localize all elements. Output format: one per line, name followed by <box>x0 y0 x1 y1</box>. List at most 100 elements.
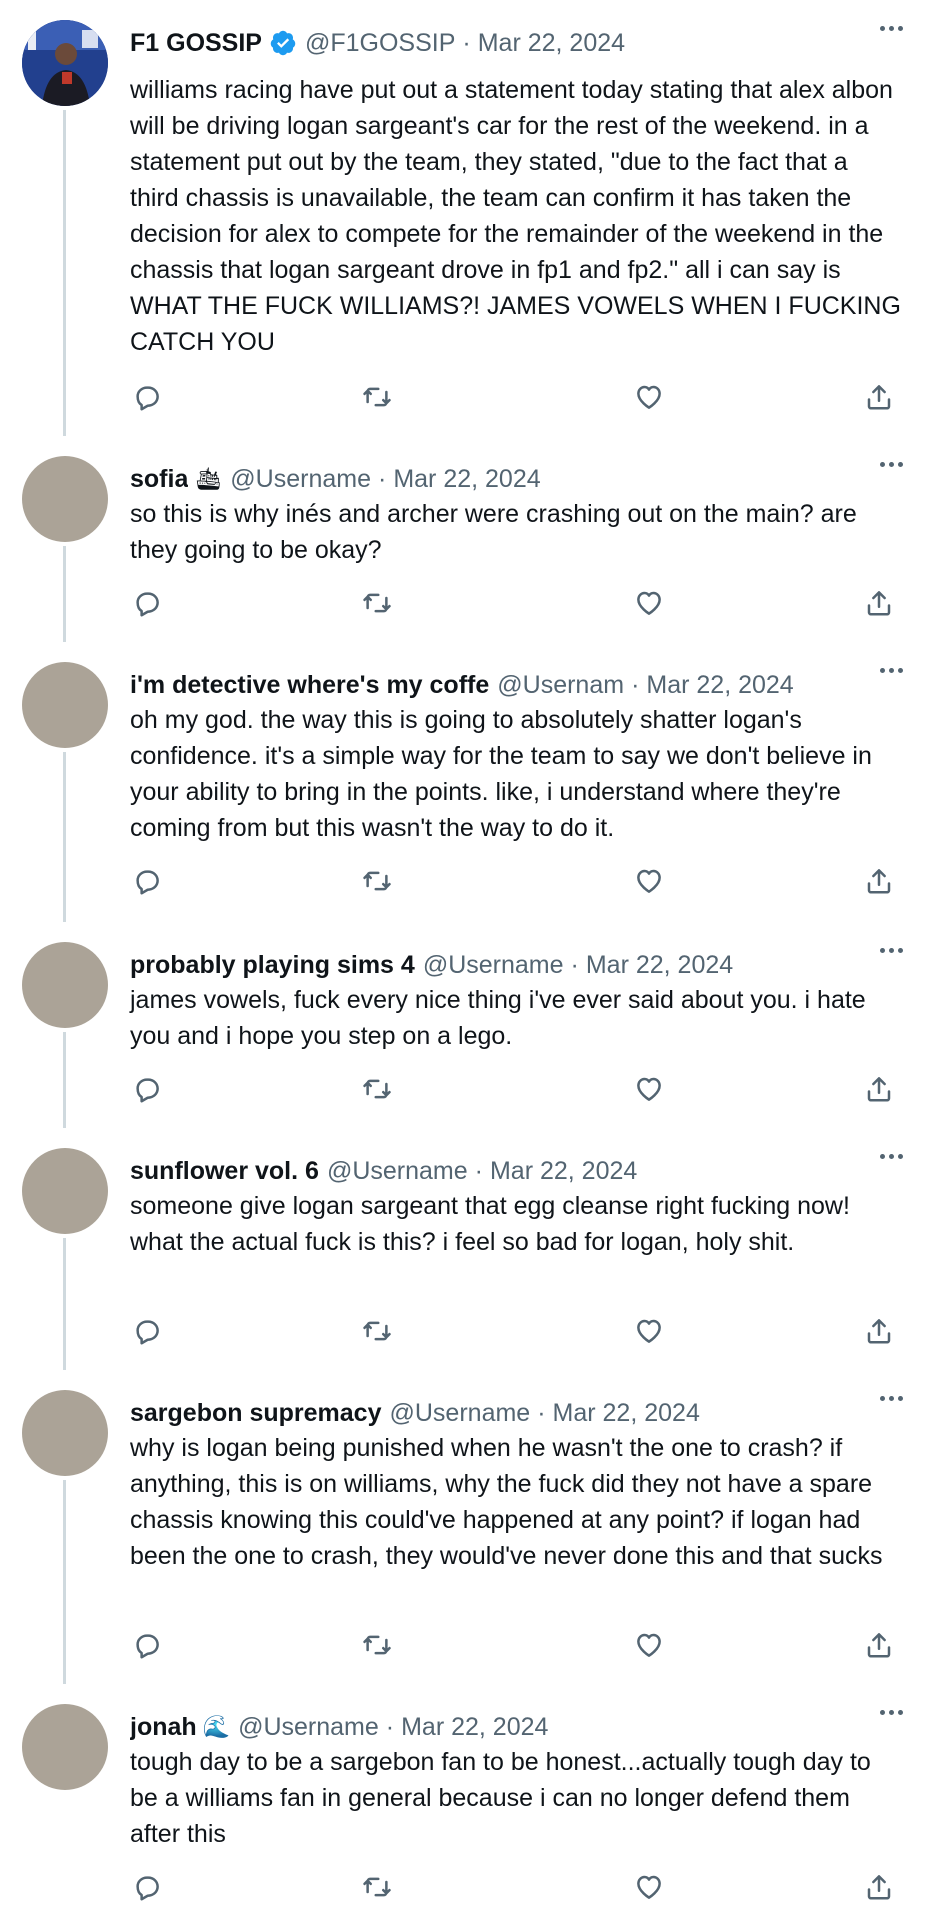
separator: · <box>570 950 579 979</box>
name-emoji: 🌊 <box>202 1714 231 1739</box>
tweet-text: tough day to be a sargebon fan to be hon… <box>130 1748 878 1848</box>
action-bar <box>130 1870 903 1906</box>
share-icon[interactable] <box>862 1314 896 1348</box>
more-icon[interactable] <box>880 1396 903 1401</box>
avatar[interactable] <box>22 1148 108 1234</box>
tweet-date[interactable]: Mar 22, 2024 <box>393 465 540 494</box>
tweet-text: oh my god. the way this is going to abso… <box>130 706 879 842</box>
tweet-date[interactable]: Mar 22, 2024 <box>553 1399 700 1428</box>
thread-line <box>63 1032 66 1128</box>
display-name[interactable]: sargebon supremacy <box>130 1399 382 1428</box>
reply-icon[interactable] <box>130 864 164 898</box>
separator: · <box>631 670 640 699</box>
tweet: F1 GOSSIP @F1GOSSIP · Mar 22, 2024 willi… <box>0 0 925 436</box>
tweet-header: probably playing sims 4 @Username · Mar … <box>130 945 855 985</box>
handle[interactable]: @Username <box>238 1713 379 1742</box>
like-icon[interactable] <box>632 586 666 620</box>
like-icon[interactable] <box>632 380 666 414</box>
share-icon[interactable] <box>862 1870 896 1904</box>
retweet-icon[interactable] <box>360 1314 394 1348</box>
tweet: jonah 🌊 @Username · Mar 22, 2024 tough d… <box>0 1684 925 1920</box>
handle[interactable]: @Username <box>390 1399 531 1428</box>
reply-icon[interactable] <box>130 1870 164 1904</box>
thread-line <box>63 1238 66 1370</box>
avatar[interactable] <box>22 662 108 748</box>
reply-icon[interactable] <box>130 1628 164 1662</box>
display-name[interactable]: probably playing sims 4 <box>130 951 415 980</box>
action-bar <box>130 380 903 416</box>
tweet-header: sunflower vol. 6 @Username · Mar 22, 202… <box>130 1151 855 1191</box>
more-icon[interactable] <box>880 462 903 467</box>
action-bar <box>130 1072 903 1108</box>
thread-line <box>63 1480 66 1684</box>
more-icon[interactable] <box>880 668 903 673</box>
tweet-text: someone give logan sargeant that egg cle… <box>130 1192 857 1256</box>
share-icon[interactable] <box>862 1628 896 1662</box>
like-icon[interactable] <box>632 1628 666 1662</box>
tweet: sunflower vol. 6 @Username · Mar 22, 202… <box>0 1128 925 1370</box>
tweet: sofia 🛳 @Username · Mar 22, 2024 so this… <box>0 436 925 642</box>
verified-badge-icon <box>269 29 297 57</box>
tweet-date[interactable]: Mar 22, 2024 <box>586 951 733 980</box>
handle[interactable]: @Usernam <box>497 671 624 700</box>
more-icon[interactable] <box>880 26 903 31</box>
handle[interactable]: @Username <box>327 1157 468 1186</box>
avatar[interactable] <box>22 456 108 542</box>
reply-icon[interactable] <box>130 1072 164 1106</box>
tweet-text: so this is why inés and archer were cras… <box>130 500 864 564</box>
reply-icon[interactable] <box>130 1314 164 1348</box>
tweet-text: why is logan being punished when he wasn… <box>130 1434 883 1570</box>
tweet: probably playing sims 4 @Username · Mar … <box>0 922 925 1128</box>
handle[interactable]: @Username <box>423 951 564 980</box>
retweet-icon[interactable] <box>360 586 394 620</box>
like-icon[interactable] <box>632 1314 666 1348</box>
handle[interactable]: @F1GOSSIP <box>305 29 455 58</box>
separator: · <box>378 464 387 493</box>
share-icon[interactable] <box>862 1072 896 1106</box>
separator: · <box>462 28 471 57</box>
share-icon[interactable] <box>862 864 896 898</box>
retweet-icon[interactable] <box>360 380 394 414</box>
display-name[interactable]: i'm detective where's my coffe <box>130 671 489 700</box>
more-icon[interactable] <box>880 1710 903 1715</box>
avatar[interactable] <box>22 942 108 1028</box>
tweet-date[interactable]: Mar 22, 2024 <box>401 1713 548 1742</box>
action-bar <box>130 586 903 622</box>
display-name[interactable]: jonah <box>130 1713 197 1742</box>
separator: · <box>474 1156 483 1185</box>
tweet: sargebon supremacy @Username · Mar 22, 2… <box>0 1370 925 1684</box>
retweet-icon[interactable] <box>360 1628 394 1662</box>
action-bar <box>130 864 903 900</box>
like-icon[interactable] <box>632 1870 666 1904</box>
more-icon[interactable] <box>880 948 903 953</box>
retweet-icon[interactable] <box>360 1072 394 1106</box>
more-icon[interactable] <box>880 1154 903 1159</box>
tweet-date[interactable]: Mar 22, 2024 <box>478 29 625 58</box>
action-bar <box>130 1314 903 1350</box>
like-icon[interactable] <box>632 1072 666 1106</box>
display-name[interactable]: sunflower vol. 6 <box>130 1157 319 1186</box>
tweet-text: james vowels, fuck every nice thing i've… <box>130 986 873 1050</box>
avatar[interactable] <box>22 1390 108 1476</box>
avatar[interactable] <box>22 1704 108 1790</box>
tweet-text: williams racing have put out a statement… <box>130 76 908 356</box>
thread-line <box>63 546 66 642</box>
reply-icon[interactable] <box>130 380 164 414</box>
like-icon[interactable] <box>632 864 666 898</box>
tweet-header: F1 GOSSIP @F1GOSSIP · Mar 22, 2024 <box>130 23 855 63</box>
display-name[interactable]: F1 GOSSIP <box>130 29 262 58</box>
avatar[interactable] <box>22 20 108 106</box>
retweet-icon[interactable] <box>360 1870 394 1904</box>
display-name[interactable]: sofia <box>130 465 188 494</box>
tweet-header: sofia 🛳 @Username · Mar 22, 2024 <box>130 459 855 499</box>
reply-icon[interactable] <box>130 586 164 620</box>
separator: · <box>385 1712 395 1741</box>
tweet-date[interactable]: Mar 22, 2024 <box>490 1157 637 1186</box>
thread-line <box>63 752 66 922</box>
share-icon[interactable] <box>862 586 896 620</box>
share-icon[interactable] <box>862 380 896 414</box>
separator: · <box>537 1398 546 1427</box>
tweet-date[interactable]: Mar 22, 2024 <box>646 671 793 700</box>
retweet-icon[interactable] <box>360 864 394 898</box>
handle[interactable]: @Username <box>230 465 371 494</box>
